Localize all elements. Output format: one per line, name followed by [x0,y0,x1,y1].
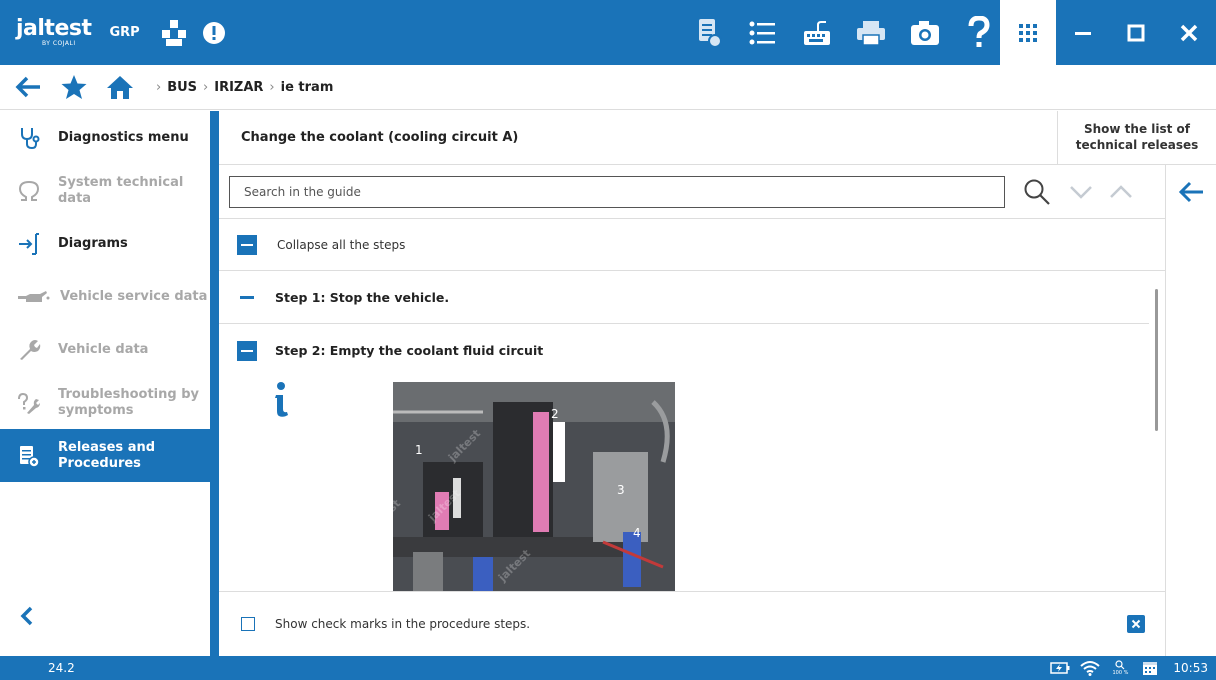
breadcrumb-separator: › [156,79,162,95]
star-icon[interactable] [56,69,92,105]
battery-icon [1049,659,1071,677]
breadcrumb-item-ie-tram[interactable]: ie tram [281,80,334,95]
maximize-icon[interactable] [1109,0,1162,65]
search-row [219,165,1165,219]
collapse-all-button[interactable] [237,234,257,255]
info-icon[interactable] [271,381,291,421]
steps-scrollbar[interactable] [1155,289,1158,431]
omega-icon [16,178,42,204]
top-bar: jaltest BY COJALI GRP [0,0,1216,65]
procedure-steps: Collapse all the steps Step 1: Stop the … [219,219,1165,591]
sidebar-item-vehicle-service-data[interactable]: Vehicle service data [0,270,210,323]
brand: jaltest BY COJALI GRP [16,18,140,47]
show-check-marks-checkbox[interactable] [241,617,255,631]
sidebar-item-diagnostics-menu[interactable]: Diagnostics menu [0,111,210,164]
collapse-all-label: Collapse all the steps [277,237,406,252]
collapse-all-row[interactable]: Collapse all the steps [219,219,1165,271]
breadcrumb-separator: › [203,79,209,95]
sidebar-collapse-chevron-icon[interactable] [14,603,40,629]
keyboard-icon[interactable] [794,13,840,53]
list-icon[interactable] [740,13,786,53]
photo-label-2: 2 [551,407,559,421]
status-icons: 100 % 10:53 [1041,656,1208,680]
procedure-title: Change the coolant (cooling circuit A) [241,130,519,145]
procedure-photo: 1 2 3 4 jaltest jaltest jaltest jaltest [393,382,675,591]
brand-sub: BY COJALI [42,40,76,47]
diagram-icon [16,231,42,257]
printer-icon[interactable] [848,13,894,53]
minimize-icon[interactable] [1056,0,1109,65]
sidebar: Diagnostics menu System technical data D… [0,111,210,656]
zoom-indicator[interactable]: 100 % [1109,659,1131,677]
sidebar-item-label: Troubleshooting by symptoms [58,386,200,418]
step-1-row[interactable]: Step 1: Stop the vehicle. [219,271,1149,324]
jaltest-logo: jaltest BY COJALI [16,16,92,47]
sidebar-item-label: Vehicle data [58,341,149,357]
show-check-marks-label: Show check marks in the procedure steps. [275,617,531,631]
sidebar-item-label: System technical data [58,174,184,206]
tree-icon[interactable] [154,13,194,53]
oil-can-icon [16,284,50,310]
back-arrow-icon[interactable] [10,69,46,105]
sidebar-item-diagrams[interactable]: Diagrams [0,217,210,270]
search-icon[interactable] [1019,174,1055,210]
sidebar-item-label: Vehicle service data [60,288,208,304]
sidebar-divider [210,111,219,656]
home-icon[interactable] [102,69,138,105]
chevron-down-icon[interactable] [1063,174,1099,210]
sidebar-item-label: Diagnostics menu [58,129,189,145]
sidebar-item-system-technical-data[interactable]: System technical data [0,164,210,217]
camera-icon[interactable] [902,13,948,53]
breadcrumb-bar: › BUS › IRIZAR › ie tram [0,65,1216,110]
procedure-panel: Change the coolant (cooling circuit A) S… [219,111,1216,656]
help-icon[interactable] [956,13,1002,53]
sidebar-item-vehicle-data[interactable]: Vehicle data [0,323,210,376]
window-controls [1000,0,1216,65]
show-technical-releases-button[interactable]: Show the list of technical releases [1057,111,1216,165]
troubleshoot-icon [16,390,42,416]
step-collapse-button[interactable] [237,340,257,361]
zoom-level: 100 % [1112,670,1129,676]
wifi-icon [1079,659,1101,677]
right-panel [1165,165,1216,656]
sidebar-item-troubleshooting-by-symptoms[interactable]: Troubleshooting by symptoms [0,376,210,429]
step-2-label: Step 2: Empty the coolant fluid circuit [275,343,544,358]
photo-label-3: 3 [617,483,625,497]
group-label: GRP [109,25,140,40]
step-2-row[interactable]: Step 2: Empty the coolant fluid circuit [219,324,1149,377]
step-1-label: Step 1: Stop the vehicle. [275,289,450,305]
calendar-icon[interactable] [1139,659,1161,677]
app-version: 24.2 [48,661,75,675]
sidebar-item-label: Diagrams [58,235,128,251]
toolbar [686,0,1010,65]
chevron-up-icon[interactable] [1103,174,1139,210]
close-guide-icon[interactable] [1127,615,1145,633]
breadcrumb: › BUS › IRIZAR › ie tram [150,80,333,95]
breadcrumb-item-bus[interactable]: BUS [167,80,197,95]
wrench-icon [16,337,42,363]
clock: 10:53 [1173,661,1208,675]
step-expand-icon[interactable] [237,295,257,299]
breadcrumb-separator: › [269,79,275,95]
guide-search-input[interactable] [229,175,1005,208]
zoom-icon [1115,660,1125,670]
stethoscope-icon [16,125,42,151]
close-icon[interactable] [1162,0,1215,65]
releases-icon [16,443,42,469]
check-marks-row: Show check marks in the procedure steps. [219,591,1165,656]
status-bar: 24.2 100 % 10:53 [0,656,1216,680]
sidebar-item-releases-and-procedures[interactable]: Releases and Procedures [0,429,210,482]
panel-back-arrow-icon[interactable] [1174,175,1208,209]
photo-label-4: 4 [633,526,641,540]
apps-grid-icon[interactable] [1000,0,1056,65]
breadcrumb-item-irizar[interactable]: IRIZAR [214,80,263,95]
sidebar-item-label: Releases and Procedures [58,439,156,471]
brand-name: jaltest [16,16,92,41]
procedure-title-row: Change the coolant (cooling circuit A) S… [219,111,1216,165]
photo-label-1: 1 [415,443,423,457]
alert-icon[interactable] [194,13,234,53]
report-icon[interactable] [686,13,732,53]
